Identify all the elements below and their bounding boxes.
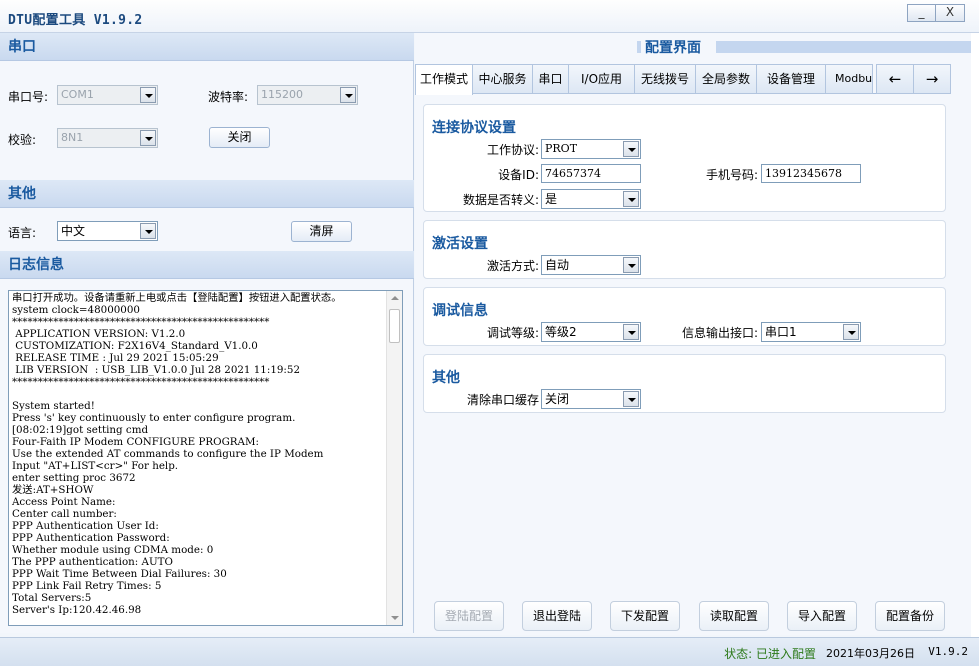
tab-modbus[interactable]: Modbus <box>826 64 873 94</box>
logout-button[interactable]: 退出登陆 <box>522 601 592 631</box>
chevron-down-icon[interactable] <box>623 324 639 340</box>
activate-group-title: 激活设置 <box>432 236 488 252</box>
clear-cache-label: 清除串口缓存 <box>466 393 539 407</box>
window-title: DTU配置工具 V1.9.2 <box>8 13 143 28</box>
chevron-down-icon[interactable] <box>140 223 156 239</box>
window-controls: _ X <box>907 4 965 22</box>
protocol-value: PROT <box>545 142 578 155</box>
scroll-down-icon[interactable] <box>391 616 399 620</box>
activate-group: 激活设置 激活方式: 自动 <box>423 220 946 279</box>
chevron-down-icon[interactable] <box>340 87 356 103</box>
tab-global-params[interactable]: 全局参数 <box>696 64 757 94</box>
log-textarea[interactable]: 串口打开成功。设备请重新上电或点击【登陆配置】按钮进入配置状态。 system … <box>8 290 403 626</box>
device-id-label: 设备ID: <box>498 168 539 182</box>
activate-mode-value: 自动 <box>545 258 570 272</box>
debug-port-label: 信息输出接口: <box>681 326 758 340</box>
import-config-button[interactable]: 导入配置 <box>787 601 857 631</box>
escape-label: 数据是否转义: <box>462 193 539 207</box>
status-bar: 状态: 已进入配置 2021年03月26日 V1.9.2 <box>0 637 979 666</box>
debug-level-label: 调试等级: <box>486 326 539 340</box>
phone-input[interactable]: 13912345678 <box>761 164 861 183</box>
baud-select[interactable]: 115200 <box>257 85 358 105</box>
log-section-header: 日志信息 <box>0 251 414 279</box>
debug-level-select[interactable]: 等级2 <box>541 322 641 342</box>
clear-cache-select[interactable]: 关闭 <box>541 389 641 409</box>
debug-port-value: 串口1 <box>765 325 797 339</box>
login-config-button[interactable]: 登陆配置 <box>434 601 504 631</box>
language-select[interactable]: 中文 <box>57 221 158 241</box>
other-group-title: 其他 <box>432 370 460 386</box>
tab-io[interactable]: I/O应用 <box>569 64 635 94</box>
protocol-label: 工作协议: <box>486 143 539 157</box>
serial-section-header: 串口 <box>0 33 414 61</box>
port-select[interactable]: COM1 <box>57 85 158 105</box>
log-text: 串口打开成功。设备请重新上电或点击【登陆配置】按钮进入配置状态。 system … <box>12 292 342 616</box>
port-label: 串口号: <box>8 90 49 104</box>
title-decor-right <box>716 41 971 53</box>
tab-bar: 工作模式 中心服务 串口 I/O应用 无线拨号 全局参数 设备管理 Modbus <box>415 64 951 95</box>
chevron-down-icon[interactable] <box>623 391 639 407</box>
debug-level-value: 等级2 <box>545 325 577 339</box>
parity-value: 8N1 <box>61 131 84 144</box>
chevron-down-icon[interactable] <box>623 141 639 157</box>
log-scrollbar[interactable] <box>386 291 402 625</box>
device-id-input[interactable]: 74657374 <box>541 164 641 183</box>
parity-label: 校验: <box>8 133 37 147</box>
escape-value: 是 <box>545 192 558 206</box>
read-config-button[interactable]: 读取配置 <box>699 601 769 631</box>
scroll-up-icon[interactable] <box>391 296 399 300</box>
baud-label: 波特率: <box>208 90 249 104</box>
chevron-down-icon[interactable] <box>623 257 639 273</box>
baud-value: 115200 <box>261 88 303 101</box>
right-panel: 配置界面 工作模式 中心服务 串口 I/O应用 无线拨号 全局参数 设备管理 M… <box>415 33 971 635</box>
debug-port-select[interactable]: 串口1 <box>761 322 861 342</box>
chevron-down-icon[interactable] <box>140 87 156 103</box>
protocol-select[interactable]: PROT <box>541 139 641 159</box>
phone-label: 手机号码: <box>705 168 758 182</box>
minimize-button[interactable]: _ <box>907 4 936 22</box>
close-button[interactable]: X <box>936 4 965 22</box>
conn-group: 连接协议设置 工作协议: PROT 设备ID: 74657374 手机号码: 1… <box>423 104 946 212</box>
language-value: 中文 <box>61 224 86 238</box>
clear-screen-button[interactable]: 清屏 <box>291 221 352 242</box>
title-bar: DTU配置工具 V1.9.2 _ X <box>0 0 979 33</box>
title-decor-left <box>637 41 641 53</box>
tab-wireless-dial[interactable]: 无线拨号 <box>635 64 696 94</box>
other-section-header: 其他 <box>0 180 414 208</box>
conn-group-title: 连接协议设置 <box>432 120 516 136</box>
right-edge <box>971 33 979 637</box>
activate-mode-select[interactable]: 自动 <box>541 255 641 275</box>
config-title: 配置界面 <box>645 40 701 56</box>
backup-config-button[interactable]: 配置备份 <box>875 601 945 631</box>
language-label: 语言: <box>8 226 37 240</box>
escape-select[interactable]: 是 <box>541 189 641 209</box>
other-group: 其他 清除串口缓存 关闭 <box>423 354 946 413</box>
tab-next-button[interactable]: → <box>913 64 951 94</box>
tab-serial[interactable]: 串口 <box>533 64 569 94</box>
chevron-down-icon[interactable] <box>843 324 859 340</box>
close-port-button[interactable]: 关闭 <box>209 127 270 148</box>
tab-center-service[interactable]: 中心服务 <box>473 64 533 94</box>
debug-group-title: 调试信息 <box>432 303 488 319</box>
parity-select[interactable]: 8N1 <box>57 128 158 148</box>
clear-cache-value: 关闭 <box>545 392 570 406</box>
chevron-down-icon[interactable] <box>623 191 639 207</box>
send-config-button[interactable]: 下发配置 <box>610 601 680 631</box>
port-value: COM1 <box>61 88 94 101</box>
tab-work-mode[interactable]: 工作模式 <box>415 64 473 95</box>
status-text: 状态: 已进入配置 <box>724 647 816 661</box>
status-version: V1.9.2 <box>928 645 968 658</box>
scroll-thumb[interactable] <box>389 309 400 343</box>
tab-prev-button[interactable]: ← <box>876 64 914 94</box>
chevron-down-icon[interactable] <box>140 130 156 146</box>
debug-group: 调试信息 调试等级: 等级2 信息输出接口: 串口1 <box>423 287 946 346</box>
tab-device-mgmt[interactable]: 设备管理 <box>757 64 826 94</box>
status-date: 2021年03月26日 <box>826 647 915 660</box>
activate-mode-label: 激活方式: <box>486 259 539 273</box>
config-title-bar: 配置界面 <box>415 37 971 56</box>
